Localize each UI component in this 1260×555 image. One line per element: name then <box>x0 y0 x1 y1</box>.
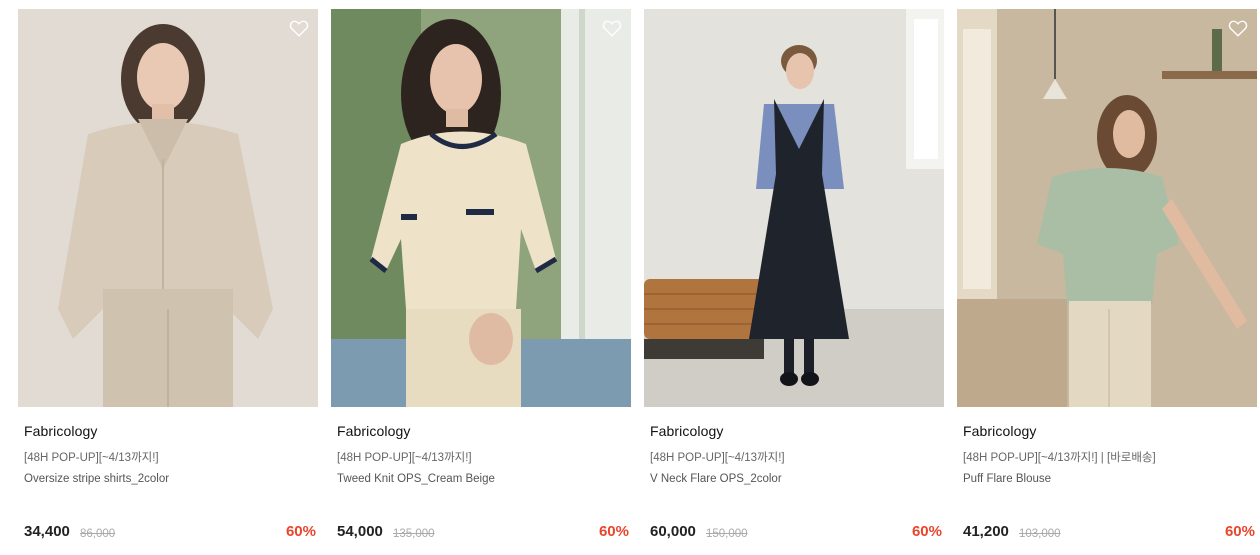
product-grid: Fabricology [48H POP-UP][~4/13까지!] Overs… <box>0 0 1260 555</box>
original-price: 135,000 <box>393 528 435 540</box>
product-name[interactable]: Oversize stripe shirts_2color <box>24 473 169 485</box>
discount-rate: 60% <box>1224 523 1255 540</box>
promo-text: [48H POP-UP][~4/13까지!] <box>24 452 159 464</box>
product-card[interactable]: Fabricology [48H POP-UP][~4/13까지!] | [바로… <box>957 9 1257 555</box>
discount-rate: 60% <box>911 523 942 540</box>
discount-rate: 60% <box>285 523 316 540</box>
product-name[interactable]: Puff Flare Blouse <box>963 473 1051 485</box>
sale-price: 54,000 <box>337 523 383 540</box>
price-row: 34,400 86,000 60% <box>24 523 316 543</box>
brand-name[interactable]: Fabricology <box>337 423 410 439</box>
brand-name[interactable]: Fabricology <box>650 423 723 439</box>
product-card[interactable]: Fabricology [48H POP-UP][~4/13까지!] Overs… <box>18 9 318 555</box>
product-photo <box>18 9 318 407</box>
promo-text: [48H POP-UP][~4/13까지!] <box>650 452 785 464</box>
sale-price: 41,200 <box>963 523 1009 540</box>
sale-price: 60,000 <box>650 523 696 540</box>
sale-price: 34,400 <box>24 523 70 540</box>
original-price: 86,000 <box>80 528 116 540</box>
discount-rate: 60% <box>598 523 629 540</box>
heart-icon[interactable] <box>601 17 623 39</box>
product-image-link[interactable] <box>331 9 631 407</box>
price-row: 60,000 150,000 60% <box>650 523 942 543</box>
product-photo <box>331 9 631 407</box>
brand-name[interactable]: Fabricology <box>24 423 97 439</box>
heart-icon[interactable] <box>1227 17 1249 39</box>
heart-icon[interactable] <box>288 17 310 39</box>
brand-name[interactable]: Fabricology <box>963 423 1036 439</box>
product-photo <box>957 9 1257 407</box>
promo-text: [48H POP-UP][~4/13까지!] | [바로배송] <box>963 452 1156 464</box>
price-row: 54,000 135,000 60% <box>337 523 629 543</box>
product-photo <box>644 9 944 407</box>
product-card[interactable]: Fabricology [48H POP-UP][~4/13까지!] V Nec… <box>644 9 944 555</box>
product-name[interactable]: V Neck Flare OPS_2color <box>650 473 782 485</box>
product-image-link[interactable] <box>18 9 318 407</box>
original-price: 103,000 <box>1019 528 1061 540</box>
original-price: 150,000 <box>706 528 748 540</box>
product-image-link[interactable] <box>644 9 944 407</box>
product-card[interactable]: Fabricology [48H POP-UP][~4/13까지!] Tweed… <box>331 9 631 555</box>
price-row: 41,200 103,000 60% <box>963 523 1255 543</box>
heart-icon[interactable] <box>914 17 936 39</box>
promo-text: [48H POP-UP][~4/13까지!] <box>337 452 472 464</box>
product-name[interactable]: Tweed Knit OPS_Cream Beige <box>337 473 495 485</box>
product-image-link[interactable] <box>957 9 1257 407</box>
